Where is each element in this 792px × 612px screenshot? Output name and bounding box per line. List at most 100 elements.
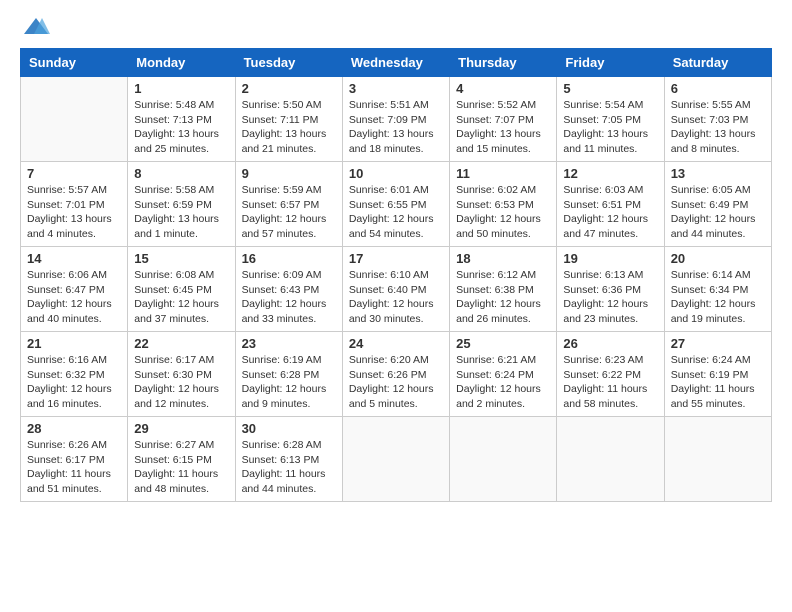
day-cell-10: 10 Sunrise: 6:01 AM Sunset: 6:55 PM Dayli… bbox=[342, 162, 449, 247]
day-number: 20 bbox=[671, 251, 765, 266]
day-info: Sunrise: 6:19 AM Sunset: 6:28 PM Dayligh… bbox=[242, 353, 336, 412]
day-cell-4: 4Sunrise: 5:52 AM Sunset: 7:07 PM Daylig… bbox=[450, 77, 557, 162]
day-number: 1 bbox=[134, 81, 228, 96]
day-cell-9: 9 Sunrise: 5:59 AM Sunset: 6:57 PM Daylig… bbox=[235, 162, 342, 247]
day-info: Sunrise: 6:24 AM Sunset: 6:19 PM Dayligh… bbox=[671, 353, 765, 412]
day-cell-22: 22 Sunrise: 6:17 AM Sunset: 6:30 PM Dayli… bbox=[128, 332, 235, 417]
weekday-wednesday: Wednesday bbox=[342, 49, 449, 77]
weekday-header-row: SundayMondayTuesdayWednesdayThursdayFrid… bbox=[21, 49, 772, 77]
empty-cell bbox=[21, 77, 128, 162]
day-number: 15 bbox=[134, 251, 228, 266]
day-info: Sunrise: 6:06 AM Sunset: 6:47 PM Dayligh… bbox=[27, 268, 121, 327]
day-cell-18: 18 Sunrise: 6:12 AM Sunset: 6:38 PM Dayli… bbox=[450, 247, 557, 332]
day-info: Sunrise: 6:16 AM Sunset: 6:32 PM Dayligh… bbox=[27, 353, 121, 412]
day-info: Sunrise: 5:48 AM Sunset: 7:13 PM Dayligh… bbox=[134, 98, 228, 157]
day-number: 25 bbox=[456, 336, 550, 351]
weekday-saturday: Saturday bbox=[664, 49, 771, 77]
day-cell-7: 7 Sunrise: 5:57 AM Sunset: 7:01 PM Daylig… bbox=[21, 162, 128, 247]
day-number: 12 bbox=[563, 166, 657, 181]
day-info: Sunrise: 6:27 AM Sunset: 6:15 PM Dayligh… bbox=[134, 438, 228, 497]
day-cell-2: 2 Sunrise: 5:50 AM Sunset: 7:11 PM Daylig… bbox=[235, 77, 342, 162]
day-cell-29: 29 Sunrise: 6:27 AM Sunset: 6:15 PM Dayli… bbox=[128, 417, 235, 502]
page-header bbox=[10, 10, 782, 44]
day-number: 21 bbox=[27, 336, 121, 351]
day-info: Sunrise: 5:54 AM Sunset: 7:05 PM Dayligh… bbox=[563, 98, 657, 157]
day-number: 28 bbox=[27, 421, 121, 436]
day-number: 29 bbox=[134, 421, 228, 436]
day-cell-17: 17Sunrise: 6:10 AM Sunset: 6:40 PM Dayli… bbox=[342, 247, 449, 332]
day-cell-19: 19 Sunrise: 6:13 AM Sunset: 6:36 PM Dayli… bbox=[557, 247, 664, 332]
day-info: Sunrise: 6:13 AM Sunset: 6:36 PM Dayligh… bbox=[563, 268, 657, 327]
calendar-body: 1 Sunrise: 5:48 AM Sunset: 7:13 PM Daylig… bbox=[21, 77, 772, 502]
day-number: 24 bbox=[349, 336, 443, 351]
logo bbox=[22, 18, 54, 40]
day-number: 2 bbox=[242, 81, 336, 96]
day-number: 30 bbox=[242, 421, 336, 436]
day-number: 22 bbox=[134, 336, 228, 351]
weekday-tuesday: Tuesday bbox=[235, 49, 342, 77]
day-number: 16 bbox=[242, 251, 336, 266]
empty-cell bbox=[450, 417, 557, 502]
day-info: Sunrise: 5:55 AM Sunset: 7:03 PM Dayligh… bbox=[671, 98, 765, 157]
day-cell-16: 16 Sunrise: 6:09 AM Sunset: 6:43 PM Dayli… bbox=[235, 247, 342, 332]
day-number: 23 bbox=[242, 336, 336, 351]
day-info: Sunrise: 5:59 AM Sunset: 6:57 PM Dayligh… bbox=[242, 183, 336, 242]
day-info: Sunrise: 6:09 AM Sunset: 6:43 PM Dayligh… bbox=[242, 268, 336, 327]
day-cell-23: 23 Sunrise: 6:19 AM Sunset: 6:28 PM Dayli… bbox=[235, 332, 342, 417]
day-info: Sunrise: 5:58 AM Sunset: 6:59 PM Dayligh… bbox=[134, 183, 228, 242]
calendar-table: SundayMondayTuesdayWednesdayThursdayFrid… bbox=[20, 48, 772, 502]
logo-icon bbox=[22, 16, 50, 38]
week-row-2: 7 Sunrise: 5:57 AM Sunset: 7:01 PM Daylig… bbox=[21, 162, 772, 247]
day-cell-11: 11 Sunrise: 6:02 AM Sunset: 6:53 PM Dayli… bbox=[450, 162, 557, 247]
empty-cell bbox=[342, 417, 449, 502]
day-cell-28: 28 Sunrise: 6:26 AM Sunset: 6:17 PM Dayli… bbox=[21, 417, 128, 502]
day-info: Sunrise: 6:26 AM Sunset: 6:17 PM Dayligh… bbox=[27, 438, 121, 497]
day-cell-5: 5 Sunrise: 5:54 AM Sunset: 7:05 PM Daylig… bbox=[557, 77, 664, 162]
day-number: 3 bbox=[349, 81, 443, 96]
day-number: 14 bbox=[27, 251, 121, 266]
empty-cell bbox=[664, 417, 771, 502]
day-info: Sunrise: 6:02 AM Sunset: 6:53 PM Dayligh… bbox=[456, 183, 550, 242]
day-info: Sunrise: 6:23 AM Sunset: 6:22 PM Dayligh… bbox=[563, 353, 657, 412]
empty-cell bbox=[557, 417, 664, 502]
day-info: Sunrise: 6:05 AM Sunset: 6:49 PM Dayligh… bbox=[671, 183, 765, 242]
day-number: 4 bbox=[456, 81, 550, 96]
day-number: 19 bbox=[563, 251, 657, 266]
day-number: 9 bbox=[242, 166, 336, 181]
week-row-3: 14 Sunrise: 6:06 AM Sunset: 6:47 PM Dayli… bbox=[21, 247, 772, 332]
day-number: 11 bbox=[456, 166, 550, 181]
day-number: 10 bbox=[349, 166, 443, 181]
day-info: Sunrise: 5:50 AM Sunset: 7:11 PM Dayligh… bbox=[242, 98, 336, 157]
day-info: Sunrise: 5:57 AM Sunset: 7:01 PM Dayligh… bbox=[27, 183, 121, 242]
day-info: Sunrise: 6:03 AM Sunset: 6:51 PM Dayligh… bbox=[563, 183, 657, 242]
day-cell-26: 26Sunrise: 6:23 AM Sunset: 6:22 PM Dayli… bbox=[557, 332, 664, 417]
day-info: Sunrise: 6:20 AM Sunset: 6:26 PM Dayligh… bbox=[349, 353, 443, 412]
day-cell-13: 13 Sunrise: 6:05 AM Sunset: 6:49 PM Dayli… bbox=[664, 162, 771, 247]
weekday-friday: Friday bbox=[557, 49, 664, 77]
day-number: 7 bbox=[27, 166, 121, 181]
day-number: 6 bbox=[671, 81, 765, 96]
day-info: Sunrise: 5:51 AM Sunset: 7:09 PM Dayligh… bbox=[349, 98, 443, 157]
day-cell-14: 14 Sunrise: 6:06 AM Sunset: 6:47 PM Dayli… bbox=[21, 247, 128, 332]
weekday-sunday: Sunday bbox=[21, 49, 128, 77]
day-info: Sunrise: 6:14 AM Sunset: 6:34 PM Dayligh… bbox=[671, 268, 765, 327]
day-number: 17 bbox=[349, 251, 443, 266]
day-cell-21: 21 Sunrise: 6:16 AM Sunset: 6:32 PM Dayli… bbox=[21, 332, 128, 417]
day-info: Sunrise: 6:12 AM Sunset: 6:38 PM Dayligh… bbox=[456, 268, 550, 327]
day-cell-12: 12 Sunrise: 6:03 AM Sunset: 6:51 PM Dayli… bbox=[557, 162, 664, 247]
week-row-5: 28 Sunrise: 6:26 AM Sunset: 6:17 PM Dayli… bbox=[21, 417, 772, 502]
day-info: Sunrise: 6:17 AM Sunset: 6:30 PM Dayligh… bbox=[134, 353, 228, 412]
weekday-thursday: Thursday bbox=[450, 49, 557, 77]
day-number: 5 bbox=[563, 81, 657, 96]
day-cell-8: 8Sunrise: 5:58 AM Sunset: 6:59 PM Daylig… bbox=[128, 162, 235, 247]
weekday-monday: Monday bbox=[128, 49, 235, 77]
day-cell-24: 24 Sunrise: 6:20 AM Sunset: 6:26 PM Dayli… bbox=[342, 332, 449, 417]
day-info: Sunrise: 6:08 AM Sunset: 6:45 PM Dayligh… bbox=[134, 268, 228, 327]
day-cell-27: 27 Sunrise: 6:24 AM Sunset: 6:19 PM Dayli… bbox=[664, 332, 771, 417]
day-number: 13 bbox=[671, 166, 765, 181]
day-info: Sunrise: 6:01 AM Sunset: 6:55 PM Dayligh… bbox=[349, 183, 443, 242]
day-number: 18 bbox=[456, 251, 550, 266]
day-number: 27 bbox=[671, 336, 765, 351]
week-row-1: 1 Sunrise: 5:48 AM Sunset: 7:13 PM Daylig… bbox=[21, 77, 772, 162]
day-cell-25: 25Sunrise: 6:21 AM Sunset: 6:24 PM Dayli… bbox=[450, 332, 557, 417]
